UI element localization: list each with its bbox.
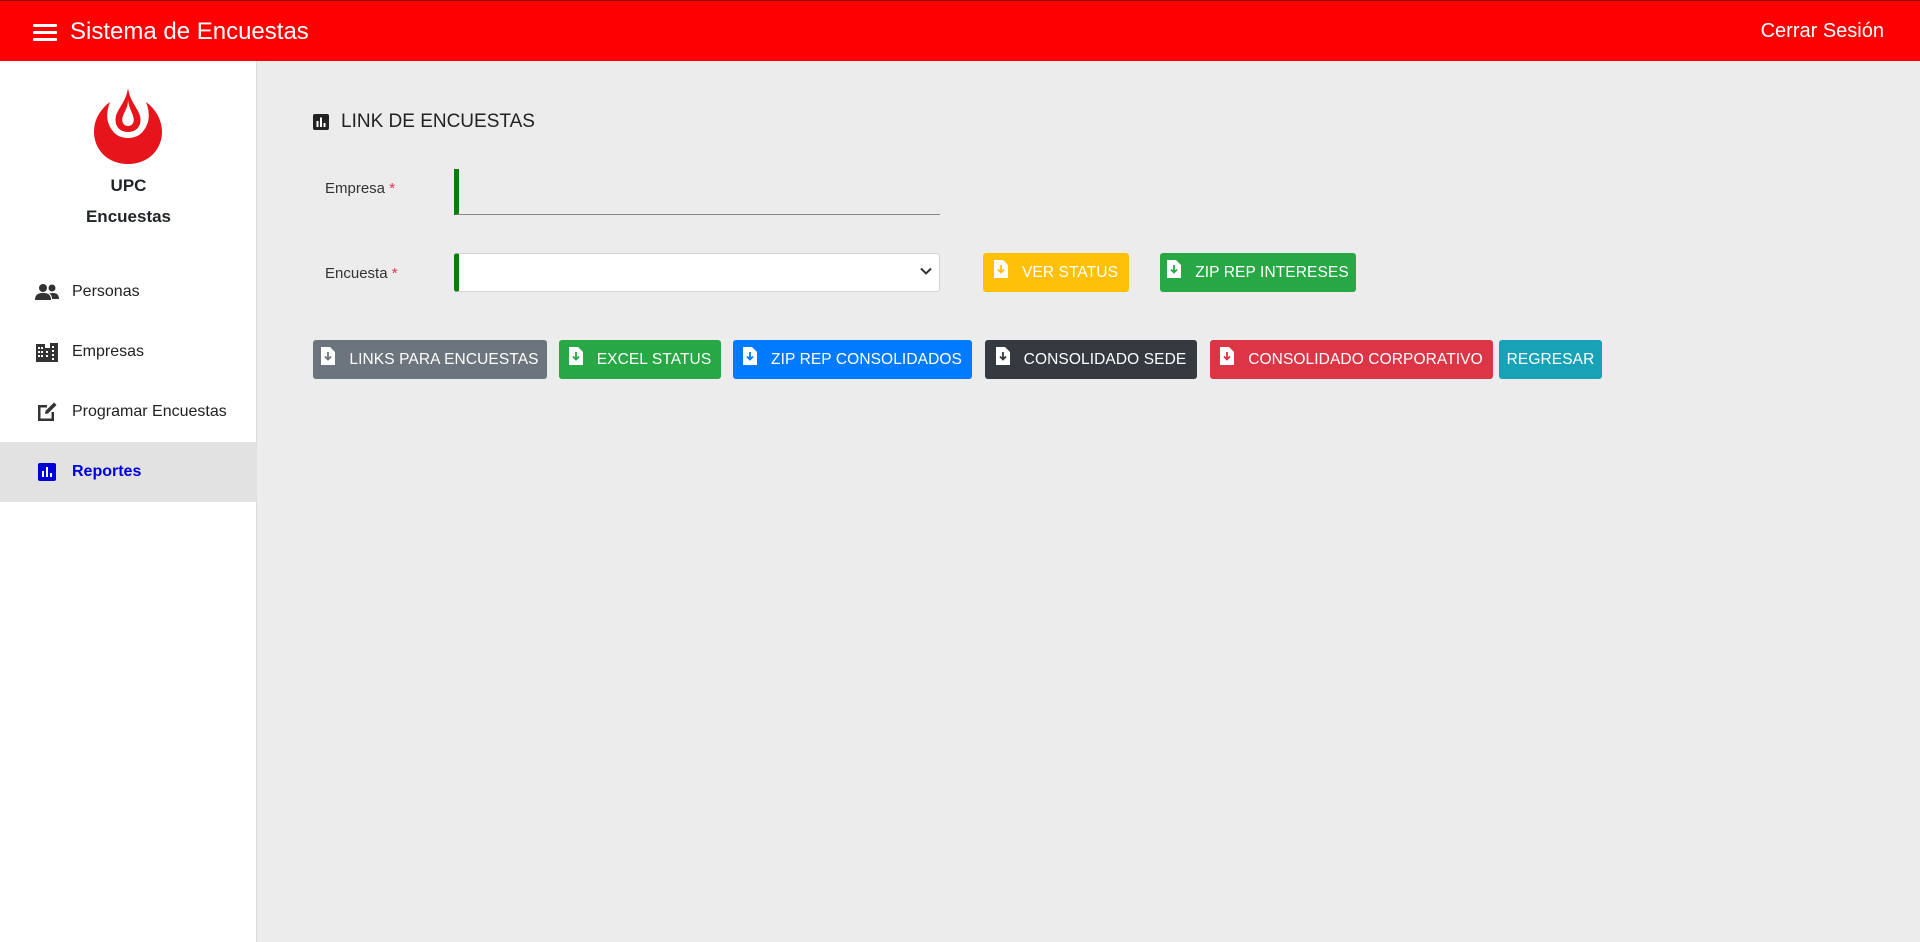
sidebar-item-programar-encuestas[interactable]: Programar Encuestas (0, 382, 257, 442)
buildings-icon (34, 341, 60, 363)
sidebar-item-label: Programar Encuestas (72, 403, 227, 420)
logout-link[interactable]: Cerrar Sesión (1761, 20, 1884, 43)
excel-status-button[interactable]: EXCEL STATUS (559, 340, 721, 379)
empresa-label: Empresa * (325, 180, 395, 197)
consolidado-sede-button[interactable]: CONSOLIDADO SEDE (985, 340, 1197, 379)
empresa-field[interactable] (454, 169, 940, 215)
chevron-down-icon (920, 267, 932, 275)
zip-rep-consolidados-button[interactable]: ZIP REP CONSOLIDADOS (733, 340, 972, 379)
sidebar-item-empresas[interactable]: Empresas (0, 322, 257, 382)
links-para-encuestas-button[interactable]: LINKS PARA ENCUESTAS (313, 340, 547, 379)
button-label: CONSOLIDADO SEDE (1023, 350, 1187, 368)
upc-logo-icon (94, 88, 162, 164)
encuesta-select[interactable] (454, 253, 940, 292)
page-title: LINK DE ENCUESTAS (313, 111, 535, 133)
regresar-button[interactable]: REGRESAR (1499, 340, 1602, 379)
required-marker: * (389, 180, 396, 197)
button-label: ZIP REP INTERESES (1195, 263, 1349, 281)
button-label: VER STATUS (1021, 263, 1119, 281)
top-app-bar: Sistema de Encuestas Cerrar Sesión (0, 0, 1920, 61)
file-download-icon (743, 346, 758, 365)
consolidado-corporativo-button[interactable]: CONSOLIDADO CORPORATIVO (1210, 340, 1493, 379)
required-marker: * (391, 265, 398, 282)
encuesta-label-text: Encuesta (325, 265, 388, 282)
button-label: LINKS PARA ENCUESTAS (349, 350, 539, 368)
sidebar-item-personas[interactable]: Personas (0, 262, 257, 322)
button-label: CONSOLIDADO CORPORATIVO (1248, 350, 1483, 368)
sidebar-item-label: Empresas (72, 343, 145, 360)
file-download-icon (1220, 346, 1235, 365)
empresa-label-text: Empresa (325, 180, 386, 197)
file-download-icon (993, 259, 1008, 278)
file-download-icon (995, 346, 1010, 365)
file-download-icon (321, 346, 336, 365)
file-download-icon (1167, 259, 1182, 278)
ver-status-button[interactable]: VER STATUS (983, 253, 1129, 292)
brand-encuestas: Encuestas (85, 207, 172, 226)
bar-chart-icon (313, 114, 329, 130)
sidebar-item-label: Personas (72, 283, 140, 300)
file-download-icon (568, 346, 583, 365)
page-title-text: LINK DE ENCUESTAS (341, 111, 535, 132)
people-icon (34, 281, 60, 303)
edit-icon (34, 401, 60, 423)
zip-rep-intereses-button[interactable]: ZIP REP INTERESES (1160, 253, 1356, 292)
sidebar: UPC Encuestas Personas Empresas Programa… (0, 61, 257, 942)
app-title: Sistema de Encuestas (70, 18, 309, 45)
button-label: EXCEL STATUS (596, 350, 712, 368)
encuesta-label: Encuesta * (325, 265, 398, 282)
brand-upc: UPC (110, 176, 147, 195)
sidebar-item-reportes[interactable]: Reportes (0, 442, 257, 502)
button-label: ZIP REP CONSOLIDADOS (771, 350, 962, 368)
sidebar-item-label: Reportes (72, 463, 142, 480)
hamburger-menu-icon[interactable] (33, 24, 57, 42)
button-label: REGRESAR (1506, 350, 1595, 368)
bar-chart-icon (34, 461, 60, 483)
